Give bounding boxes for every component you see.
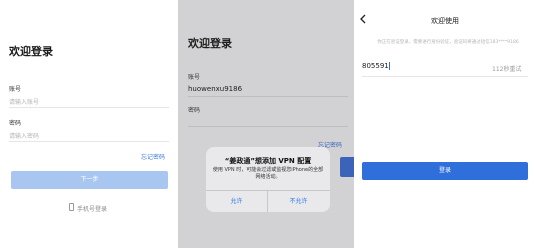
password-label: 密码 xyxy=(9,120,22,127)
allow-button[interactable]: 允许 xyxy=(206,191,267,212)
verification-screen: 欢迎使用 你正在验证登录，需要进行身份验证，验证码将通过短信183****918… xyxy=(356,0,534,248)
password-underline xyxy=(9,141,169,142)
verification-hint: 你正在验证登录，需要进行身份验证，验证码将通过短信183****9186 xyxy=(377,40,519,45)
account-label: 账号 xyxy=(188,74,201,81)
text-cursor xyxy=(389,62,390,70)
page-title: 欢迎登录 xyxy=(9,45,53,58)
dialog-message: 使用 VPN 时，可能会过滤或监视您iPhone的全部网络活动。 xyxy=(212,167,324,180)
page-title: 欢迎使用 xyxy=(431,17,459,25)
forgot-password-link[interactable]: 忘记密码 xyxy=(141,152,165,161)
resend-countdown[interactable]: 112秒重试 xyxy=(492,64,521,73)
phone-login-link[interactable]: 手机号登录 xyxy=(77,204,107,213)
account-input[interactable]: huowenxu9186 xyxy=(188,85,242,93)
next-button[interactable] xyxy=(340,157,354,177)
login-button[interactable]: 登录 xyxy=(362,162,528,180)
page-title: 欢迎登录 xyxy=(188,37,232,50)
deny-button[interactable]: 不允许 xyxy=(268,191,329,212)
password-input[interactable]: 请输入密码 xyxy=(9,131,39,140)
account-underline xyxy=(9,107,169,108)
verification-code-input[interactable]: 805591 xyxy=(362,62,389,70)
login-screen-initial: 欢迎登录 账号 请输入账号 密码 请输入密码 忘记密码 下一步 手机号登录 xyxy=(0,0,178,248)
next-button[interactable]: 下一步 xyxy=(11,171,168,189)
account-input[interactable]: 请输入账号 xyxy=(9,97,39,106)
password-underline xyxy=(188,126,348,127)
dialog-title: “姜政通”想添加 VPN 配置 xyxy=(224,157,312,165)
account-underline xyxy=(188,96,348,97)
vpn-alert-dialog: “姜政通”想添加 VPN 配置 使用 VPN 时，可能会过滤或监视您iPhone… xyxy=(206,147,330,212)
code-underline xyxy=(362,76,528,77)
login-screen-vpn-prompt: 欢迎登录 账号 huowenxu9186 密码 忘记密码 “姜政通”想添加 VP… xyxy=(178,0,354,248)
account-label: 账号 xyxy=(9,86,22,93)
phone-icon xyxy=(69,203,74,211)
password-label: 密码 xyxy=(188,107,201,114)
